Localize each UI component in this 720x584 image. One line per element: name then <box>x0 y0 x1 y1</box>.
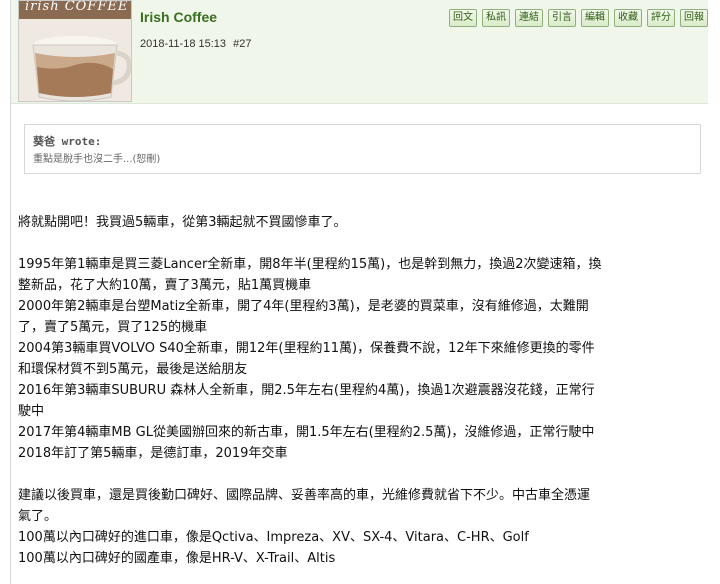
body-line: 整新品，花了大約10萬，賣了3萬元，貼1萬買機車 <box>18 278 312 293</box>
quote-block: 葵爸 wrote: 重點是脫手也沒二手...(恕刪) <box>24 124 701 174</box>
body-line: 和環保材質不到5萬元，最後是送給朋友 <box>18 362 248 377</box>
quote-text: 重點是脫手也沒二手...(恕刪) <box>33 154 161 165</box>
reply-button[interactable]: 回文 <box>449 9 477 27</box>
username[interactable]: Irish Coffee <box>140 9 217 25</box>
post-body: 將就點開吧！我買過5輛車，從第3輛起就不買國慘車了。 1995年第1輛車是買三菱… <box>18 212 708 569</box>
body-line: 1995年第1輛車是買三菱Lancer全新車，開8年半(里程約15萬)，也是幹到… <box>18 257 602 272</box>
avatar-caption: irish COFFEE <box>25 0 129 14</box>
body-line: 2017年第4輛車MB GL從美國辦回來的新古車，開1.5年左右(里程約2.5萬… <box>18 425 595 440</box>
advice-line: 100萬以內口碑好的進口車，像是Qctiva、Impreza、XV、SX-4、V… <box>18 530 529 545</box>
quote-author: 葵爸 wrote: <box>33 135 102 148</box>
post-date: 2018-11-18 15:13 <box>140 38 227 50</box>
rate-button[interactable]: 評分 <box>647 9 675 27</box>
avatar[interactable]: irish COFFEE <box>18 0 132 102</box>
irish-coffee-mug-image <box>19 1 131 101</box>
body-line: 2000年第2輛車是台塑Matiz全新車，開了4年(里程約3萬)，是老婆的買菜車… <box>18 299 589 314</box>
link-button[interactable]: 連結 <box>515 9 543 27</box>
body-line: 駛中 <box>18 404 45 419</box>
body-line: 2016年第3輛車SUBURU 森林人全新車，開2.5年左右(里程約4萬)，換過… <box>18 383 595 398</box>
advice-line: 氣了。 <box>18 509 58 524</box>
intro-line: 將就點開吧！我買過5輛車，從第3輛起就不買國慘車了。 <box>18 215 347 230</box>
advice-line: 100萬以內口碑好的國產車，像是HR-V、X-Trail、Altis <box>18 551 336 566</box>
body-line: 了，賣了5萬元，買了125的機車 <box>18 320 208 335</box>
post-number[interactable]: #27 <box>233 38 251 50</box>
edit-button[interactable]: 編輯 <box>581 9 609 27</box>
post-meta: 2018-11-18 15:13 #27 <box>140 38 255 50</box>
private-message-button[interactable]: 私訊 <box>482 9 510 27</box>
report-button[interactable]: 回報 <box>680 9 708 27</box>
quote-button[interactable]: 引言 <box>548 9 576 27</box>
body-line: 2004第3輛車買VOLVO S40全新車，開12年(里程約11萬)，保養費不說… <box>18 341 595 356</box>
post-toolbar: 回文 私訊 連結 引言 編輯 收藏 評分 回報 <box>449 9 708 27</box>
favorite-button[interactable]: 收藏 <box>614 9 642 27</box>
advice-line: 建議以後買車，還是買後勤口碑好、國際品牌、妥善率高的車，光維修費就省下不少。中古… <box>18 488 591 503</box>
body-line: 2018年訂了第5輛車，是德訂車，2019年交車 <box>18 446 288 461</box>
